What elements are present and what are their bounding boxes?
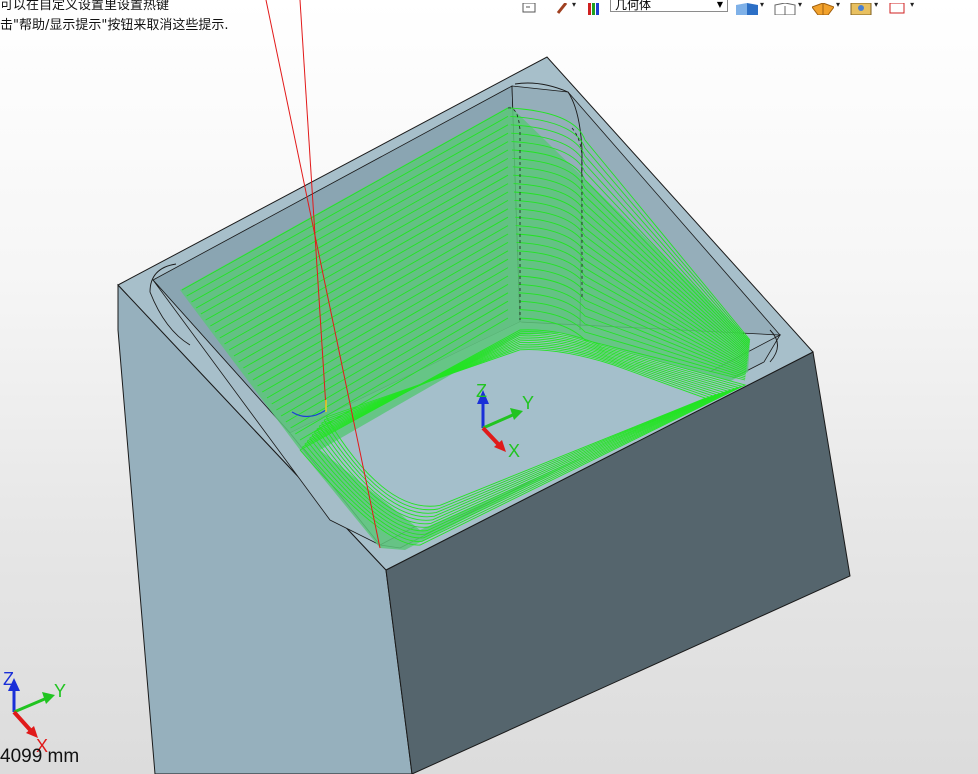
color-bars-icon bbox=[586, 0, 604, 19]
clip-plane-button[interactable]: ▾ bbox=[888, 0, 914, 14]
color-bars-button[interactable] bbox=[586, 0, 604, 15]
pen-button[interactable]: ▾ bbox=[556, 0, 576, 14]
pie-color-button[interactable]: ▾ bbox=[811, 0, 840, 16]
photo-dropdown-arrow[interactable]: ▾ bbox=[874, 0, 878, 10]
view-toolbar: ▾ 几何体 ▼ ▾ ▾ ▾ ▾ ▾ bbox=[520, 0, 978, 16]
wire-cube-icon bbox=[774, 0, 796, 19]
shaded-cube-dropdown-arrow[interactable]: ▾ bbox=[760, 0, 764, 10]
pen-icon bbox=[556, 0, 570, 19]
corner-axis-y-label: Y bbox=[54, 681, 66, 701]
geometry-select-value: 几何体 bbox=[615, 0, 652, 12]
corner-axis-triad: Z Y X bbox=[3, 669, 66, 756]
corner-axis-z-label: Z bbox=[3, 669, 14, 689]
graphics-viewport[interactable]: Z Y X Z Y X 可以在自定义设置里设置热键 击"帮助/显示提示"按钮来取… bbox=[0, 0, 978, 774]
wire-cube-button[interactable]: ▾ bbox=[774, 0, 802, 16]
geometry-select[interactable]: 几何体 ▼ bbox=[610, 0, 729, 12]
center-axis-y-label: Y bbox=[522, 393, 534, 413]
hint-text-line-1: 可以在自定义设置里设置热键 bbox=[0, 0, 170, 13]
chevron-down-icon: ▼ bbox=[716, 0, 724, 9]
scale-readout: 4099 mm bbox=[0, 746, 80, 767]
pen-dropdown-arrow[interactable]: ▾ bbox=[572, 0, 576, 10]
view-orient-icon bbox=[520, 0, 540, 19]
shaded-cube-icon bbox=[736, 0, 759, 19]
clip-plane-icon bbox=[888, 0, 908, 19]
3d-scene: Z Y X Z Y X bbox=[3, 0, 851, 774]
center-axis-z-label: Z bbox=[476, 381, 487, 401]
photo-icon bbox=[850, 0, 872, 19]
center-axis-x-label: X bbox=[508, 441, 520, 461]
wire-cube-dropdown-arrow[interactable]: ▾ bbox=[798, 0, 802, 10]
view-orient-button[interactable] bbox=[520, 0, 540, 13]
photo-button[interactable]: ▾ bbox=[850, 0, 878, 16]
pie-color-dropdown-arrow[interactable]: ▾ bbox=[836, 0, 840, 10]
shaded-cube-button[interactable]: ▾ bbox=[736, 0, 764, 15]
pie-color-icon bbox=[811, 0, 835, 19]
clip-plane-dropdown-arrow[interactable]: ▾ bbox=[910, 0, 914, 10]
hint-text-line-2: 击"帮助/显示提示"按钮来取消这些提示. bbox=[0, 18, 229, 33]
